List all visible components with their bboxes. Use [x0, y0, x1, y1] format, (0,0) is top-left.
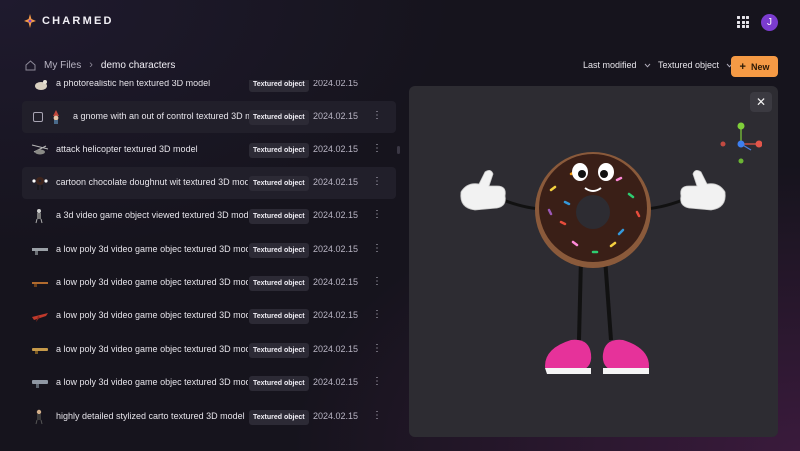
more-options-icon[interactable]: ⋮: [372, 310, 382, 320]
type-badge: Textured object: [249, 309, 309, 324]
model-viewer[interactable]: ✕: [409, 86, 778, 437]
file-name[interactable]: a low poly 3d video game objec textured …: [56, 244, 248, 254]
breadcrumb: My Files › demo characters: [25, 59, 175, 71]
character-thumbnail-icon: [35, 209, 43, 224]
more-options-icon[interactable]: ⋮: [372, 344, 382, 354]
row-checkbox[interactable]: [33, 112, 43, 122]
table-row[interactable]: a low poly 3d video game objec textured …: [22, 334, 396, 366]
list-scrollbar[interactable]: [397, 146, 400, 154]
file-date: 2024.02.15: [313, 344, 359, 354]
apps-grid-icon[interactable]: [737, 16, 749, 28]
more-options-icon[interactable]: ⋮: [372, 111, 382, 121]
type-badge: Textured object: [249, 276, 309, 291]
breadcrumb-root[interactable]: My Files: [44, 60, 81, 71]
file-name[interactable]: a gnome with an out of control textured …: [73, 111, 249, 121]
table-row[interactable]: a low poly 3d video game objec textured …: [22, 234, 396, 266]
file-date: 2024.02.15: [313, 144, 359, 154]
table-row[interactable]: a low poly 3d video game objec textured …: [22, 367, 396, 399]
file-date: 2024.02.15: [313, 210, 359, 220]
top-bar: CHARMED J: [0, 0, 800, 44]
app-logo[interactable]: CHARMED: [24, 14, 114, 28]
table-row[interactable]: a photorealistic hen textured 3D model T…: [22, 80, 396, 100]
file-name[interactable]: cartoon chocolate doughnut wit textured …: [56, 177, 248, 187]
more-options-icon[interactable]: ⋮: [372, 411, 382, 421]
file-name[interactable]: highly detailed stylized carto textured …: [56, 411, 248, 421]
table-row[interactable]: a gnome with an out of control textured …: [22, 101, 396, 133]
sort-label: Last modified: [583, 60, 637, 70]
table-row[interactable]: attack helicopter textured 3D model Text…: [22, 134, 396, 166]
type-filter-label: Textured object: [658, 60, 720, 70]
home-icon[interactable]: [25, 59, 36, 71]
file-date: 2024.02.15: [313, 377, 359, 387]
table-row[interactable]: highly detailed stylized carto textured …: [22, 401, 396, 433]
file-date: 2024.02.15: [313, 310, 359, 320]
table-row[interactable]: a low poly 3d video game objec textured …: [22, 267, 396, 299]
plane-thumbnail-icon: [32, 313, 48, 322]
doughnut-character-model: [460, 152, 726, 374]
file-name[interactable]: a low poly 3d video game objec textured …: [56, 377, 248, 387]
doughnut-thumbnail-icon: [32, 177, 48, 190]
type-filter-dropdown[interactable]: Textured object: [658, 60, 733, 70]
file-date: 2024.02.15: [313, 80, 359, 88]
helicopter-thumbnail-icon: [31, 144, 49, 155]
type-badge: Textured object: [249, 176, 309, 191]
new-button-label: New: [750, 61, 770, 72]
file-list: a photorealistic hen textured 3D model T…: [22, 80, 396, 435]
more-options-icon[interactable]: ⋮: [372, 244, 382, 254]
more-options-icon[interactable]: ⋮: [372, 177, 382, 187]
file-name[interactable]: a photorealistic hen textured 3D model: [56, 80, 246, 88]
chevron-down-icon: [644, 63, 650, 68]
hen-thumbnail-icon: [35, 80, 47, 90]
blaster-thumbnail-icon: [32, 348, 48, 354]
breadcrumb-separator-icon: ›: [89, 59, 93, 71]
more-options-icon[interactable]: ⋮: [372, 144, 382, 154]
file-date: 2024.02.15: [313, 411, 359, 421]
type-badge: Textured object: [249, 209, 309, 224]
new-button[interactable]: + New: [731, 56, 778, 77]
sort-dropdown[interactable]: Last modified: [583, 60, 651, 70]
breadcrumb-current: demo characters: [100, 59, 176, 71]
rifle-thumbnail-icon: [32, 282, 48, 287]
close-icon[interactable]: ✕: [750, 92, 772, 112]
more-options-icon[interactable]: ⋮: [372, 277, 382, 287]
type-badge: Textured object: [249, 376, 309, 391]
file-name[interactable]: a low poly 3d video game objec textured …: [56, 344, 248, 354]
gnome-thumbnail-icon: [53, 110, 59, 124]
logo-text: CHARMED: [42, 15, 114, 27]
pistol-thumbnail-icon: [32, 380, 48, 388]
file-date: 2024.02.15: [313, 244, 359, 254]
file-name[interactable]: a low poly 3d video game objec textured …: [56, 277, 248, 287]
gun-thumbnail-icon: [32, 248, 48, 255]
logo-icon: [24, 14, 36, 28]
file-date: 2024.02.15: [313, 177, 359, 187]
type-badge: Textured object: [249, 110, 309, 125]
type-badge: Textured object: [249, 143, 309, 158]
type-badge: Textured object: [249, 410, 309, 425]
plus-icon: +: [739, 60, 746, 73]
cartoon-character-thumbnail-icon: [35, 409, 43, 425]
type-badge: Textured object: [249, 243, 309, 258]
file-name[interactable]: a low poly 3d video game objec textured …: [56, 310, 248, 320]
file-date: 2024.02.15: [313, 277, 359, 287]
file-name[interactable]: a 3d video game object viewed textured 3…: [56, 210, 248, 220]
table-row[interactable]: cartoon chocolate doughnut wit textured …: [22, 167, 396, 199]
type-badge: Textured object: [249, 80, 309, 92]
file-date: 2024.02.15: [313, 111, 359, 121]
table-row[interactable]: a low poly 3d video game objec textured …: [22, 300, 396, 332]
more-options-icon[interactable]: ⋮: [372, 210, 382, 220]
more-options-icon[interactable]: ⋮: [372, 377, 382, 387]
file-name[interactable]: attack helicopter textured 3D model: [56, 144, 246, 154]
avatar[interactable]: J: [761, 14, 778, 31]
type-badge: Textured object: [249, 343, 309, 358]
table-row[interactable]: a 3d video game object viewed textured 3…: [22, 200, 396, 232]
